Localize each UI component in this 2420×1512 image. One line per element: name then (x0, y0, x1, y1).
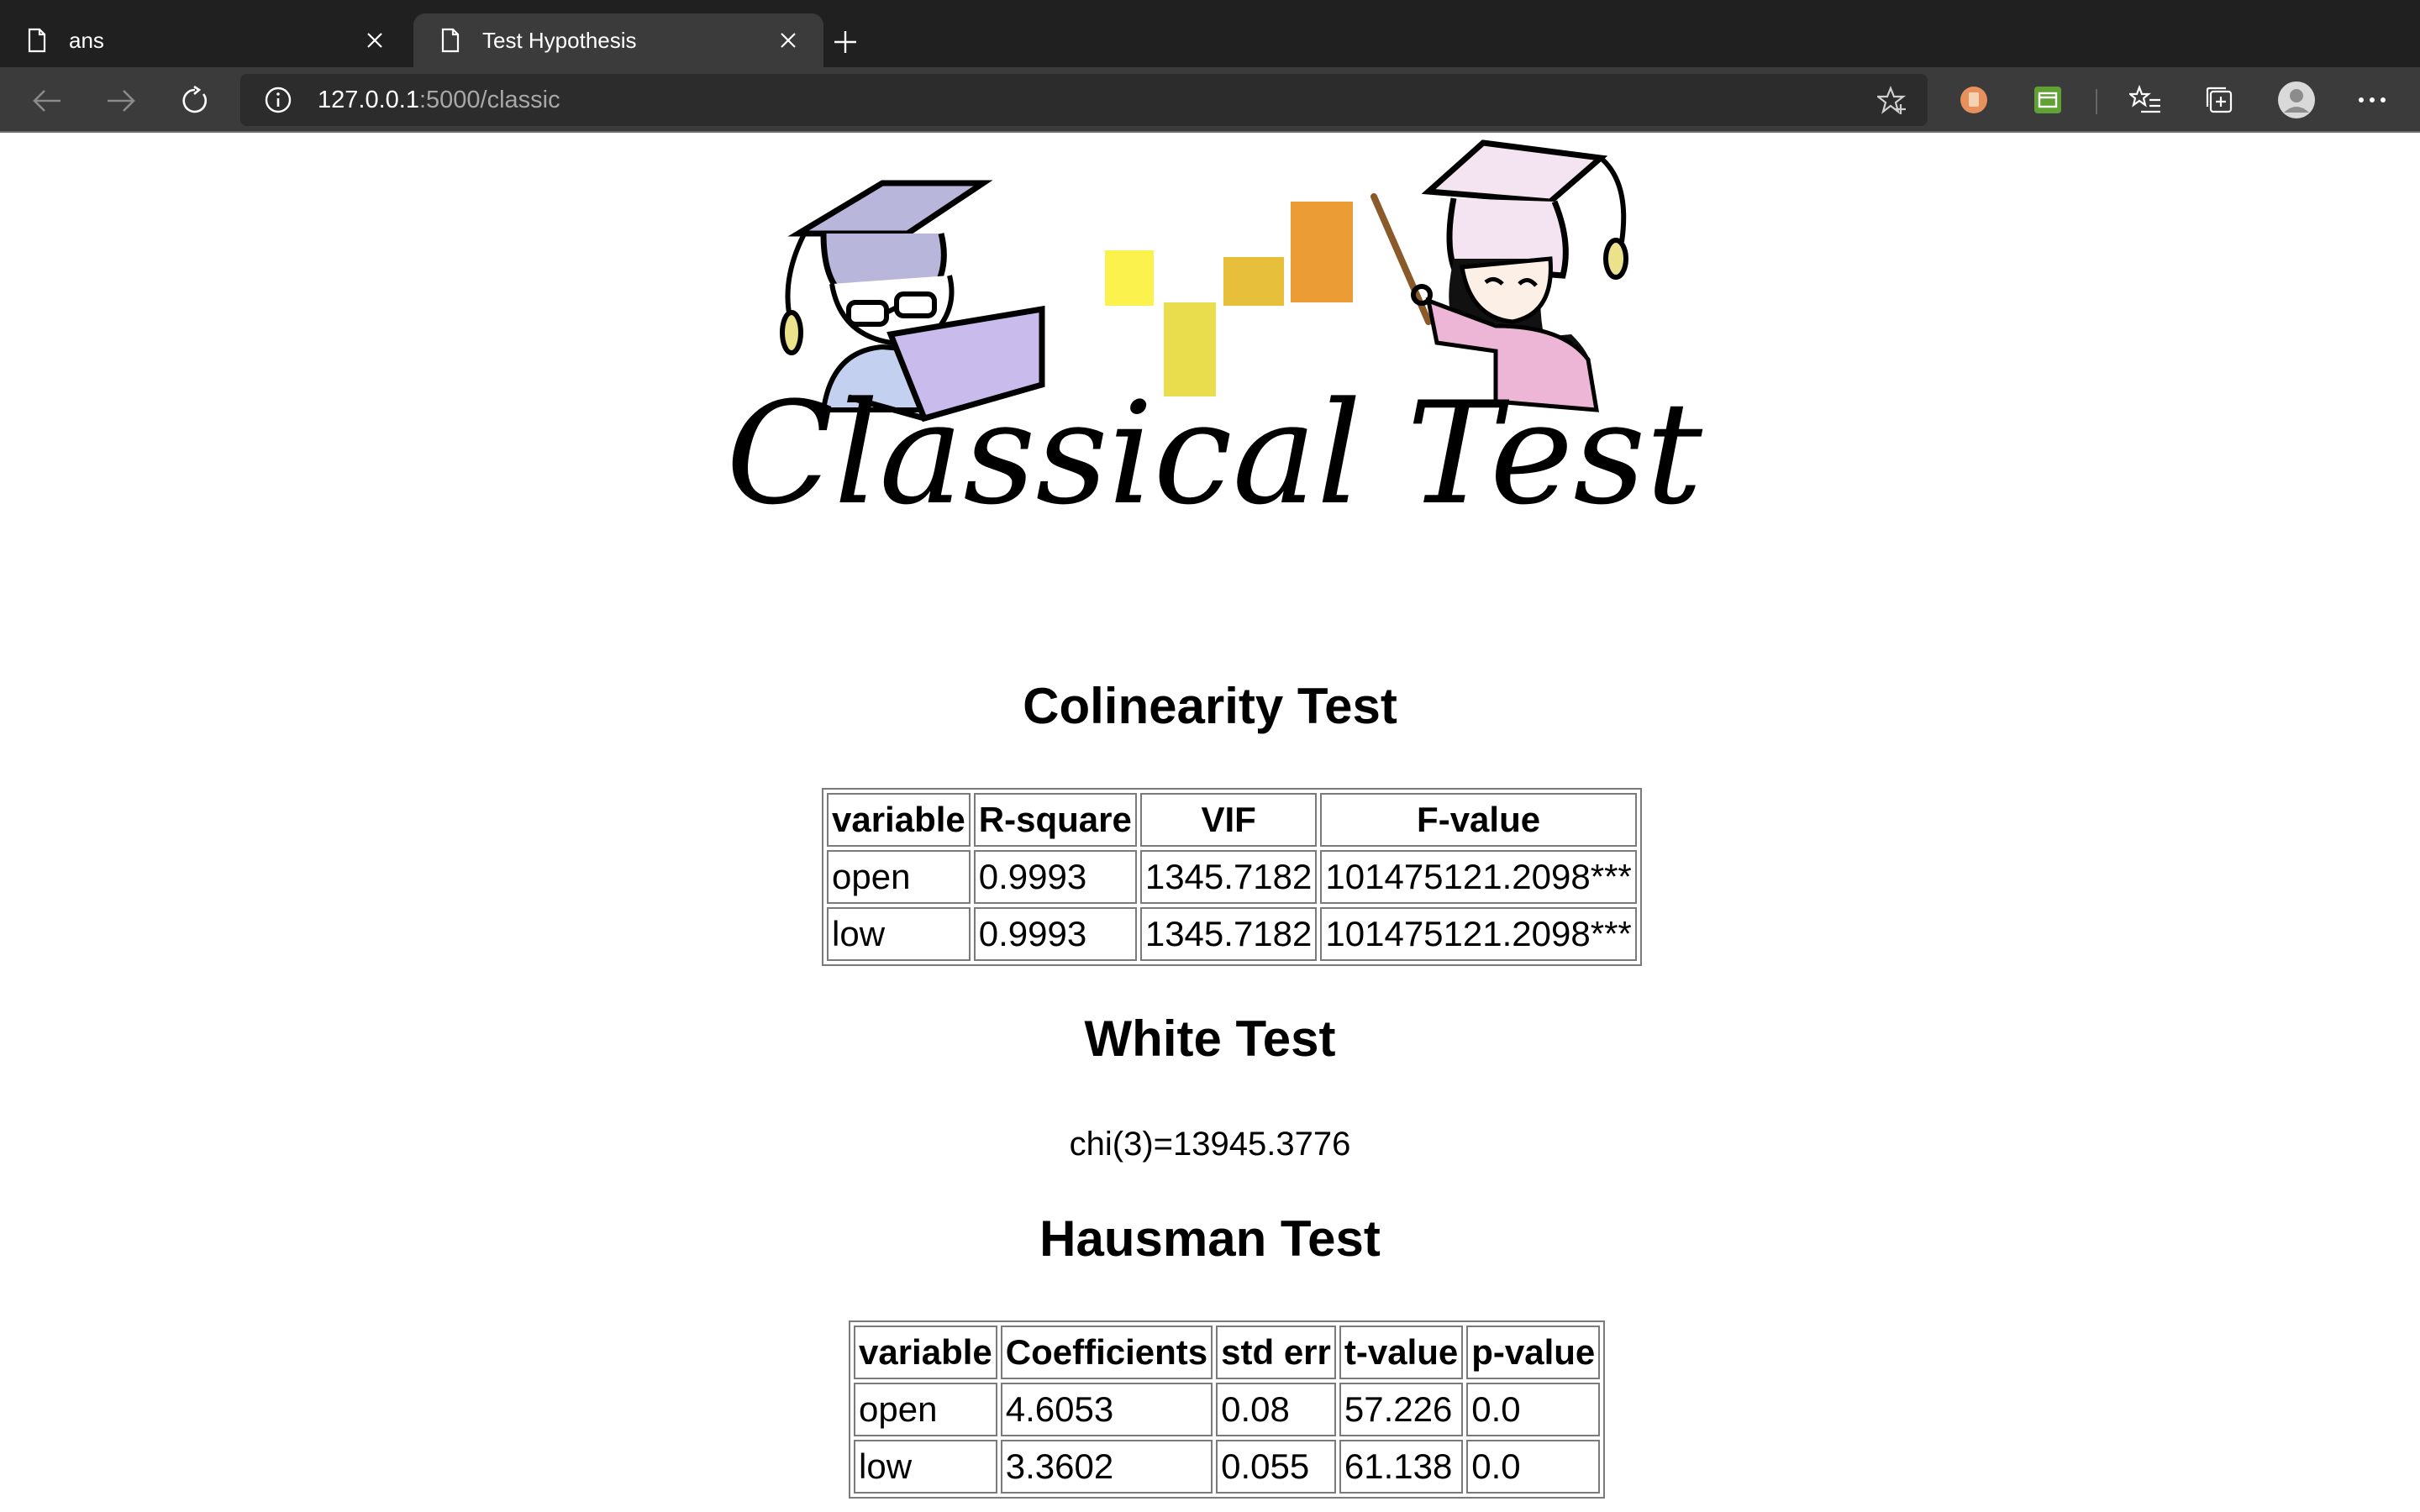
column-header: std err (1216, 1326, 1336, 1379)
column-header: variable (827, 793, 971, 847)
table-cell: low (854, 1440, 997, 1494)
logo-wordmark: Classical Test (726, 371, 1703, 536)
table-cell: 0.0 (1466, 1383, 1601, 1436)
classical-test-logo: Classical Test (726, 139, 1703, 536)
table-cell: open (854, 1383, 997, 1436)
more-options-icon[interactable] (2353, 81, 2391, 119)
table-cell: 0.9993 (973, 907, 1137, 961)
tab-test-hypothesis[interactable]: Test Hypothesis (413, 13, 823, 67)
column-header: Coefficients (1000, 1326, 1213, 1379)
tab-bar: ans Test Hypothesis (0, 0, 2420, 67)
table-cell: 101475121.2098*** (1320, 850, 1637, 904)
hausman-table: variable Coefficients std err t-value p-… (849, 1320, 1606, 1499)
table-cell: 1345.7182 (1139, 850, 1318, 904)
extension-orange-icon[interactable] (1954, 81, 1993, 119)
table-row: low 0.9993 1345.7182 101475121.2098*** (827, 907, 1637, 961)
column-header: p-value (1466, 1326, 1601, 1379)
browser-toolbar: 127.0.0.1:5000/classic (0, 67, 2420, 133)
table-cell: 4.6053 (1000, 1383, 1213, 1436)
extension-green-icon[interactable] (2028, 81, 2067, 119)
white-test-heading: White Test (1084, 1011, 1336, 1067)
tab-label: ans (69, 27, 104, 53)
table-cell: 101475121.2098*** (1320, 907, 1637, 961)
column-header: variable (854, 1326, 997, 1379)
profile-avatar-icon[interactable] (2275, 79, 2317, 121)
back-arrow-icon[interactable] (25, 79, 69, 123)
table-cell: 0.0 (1466, 1440, 1601, 1494)
new-tab-plus-icon[interactable] (825, 22, 865, 62)
table-cell: 0.055 (1216, 1440, 1336, 1494)
colinearity-test-heading: Colinearity Test (1023, 678, 1397, 734)
url-host: 127.0.0.1 (318, 86, 419, 113)
table-cell: 1345.7182 (1139, 907, 1318, 961)
close-tab-icon[interactable] (771, 24, 805, 57)
column-header: R-square (973, 793, 1137, 847)
table-row: low 3.3602 0.055 61.138 0.0 (854, 1440, 1601, 1494)
column-header: F-value (1320, 793, 1637, 847)
table-cell: 61.138 (1339, 1440, 1464, 1494)
table-cell: 0.08 (1216, 1383, 1336, 1436)
table-row: open 4.6053 0.08 57.226 0.0 (854, 1383, 1601, 1436)
table-row: open 0.9993 1345.7182 101475121.2098*** (827, 850, 1637, 904)
address-bar-content[interactable]: 127.0.0.1:5000/classic (240, 74, 1087, 126)
collections-icon[interactable] (2200, 81, 2238, 119)
table-cell: open (827, 850, 971, 904)
document-icon (441, 28, 460, 53)
close-tab-icon[interactable] (358, 24, 392, 57)
table-cell: 57.226 (1339, 1383, 1464, 1436)
hausman-test-heading: Hausman Test (1039, 1210, 1381, 1267)
white-test-result: chi(3)=13945.3776 (1069, 1126, 1351, 1163)
tab-label: Test Hypothesis (482, 27, 637, 53)
table-header-row: variable R-square VIF F-value (827, 793, 1637, 847)
tab-ans[interactable]: ans (0, 13, 410, 67)
refresh-icon[interactable] (173, 79, 217, 123)
page-content: Classical Test Colinearity Test variable… (0, 133, 2420, 1512)
table-cell: low (827, 907, 971, 961)
toolbar-divider (2096, 89, 2097, 114)
table-cell: 0.9993 (973, 850, 1137, 904)
column-header: VIF (1139, 793, 1318, 847)
table-cell: 3.3602 (1000, 1440, 1213, 1494)
forward-arrow-icon[interactable] (99, 79, 143, 123)
document-icon (28, 28, 46, 53)
colinearity-table: variable R-square VIF F-value open 0.999… (822, 788, 1642, 966)
favorites-list-icon[interactable] (2126, 81, 2165, 119)
favorite-star-icon[interactable] (1874, 82, 1911, 119)
table-header-row: variable Coefficients std err t-value p-… (854, 1326, 1601, 1379)
url-path: :5000/classic (418, 86, 560, 113)
info-icon[interactable] (264, 86, 292, 114)
column-header: t-value (1339, 1326, 1464, 1379)
